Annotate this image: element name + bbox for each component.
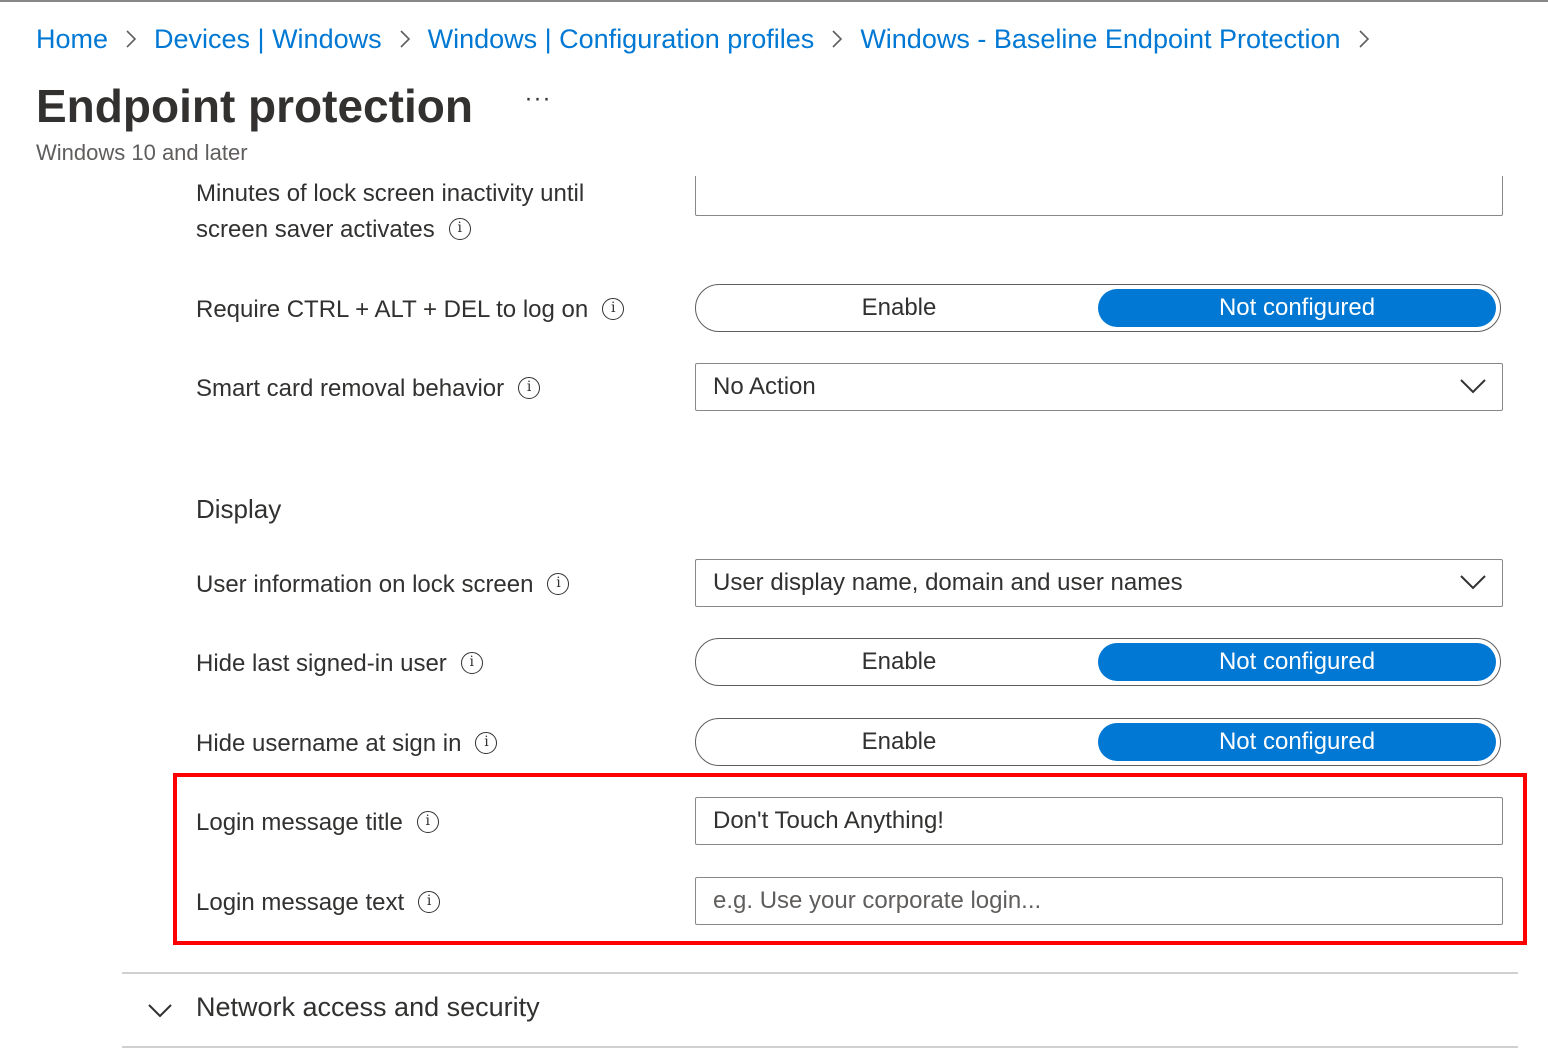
info-icon[interactable]: i <box>418 890 441 913</box>
login-title-input[interactable] <box>695 797 1503 845</box>
user-info-label: User information on lock screen i <box>196 567 570 603</box>
login-title-label-text: Login message title <box>196 809 403 836</box>
hide-last-user-toggle[interactable]: Enable Not configured <box>695 638 1501 686</box>
hide-last-user-not-configured-option[interactable]: Not configured <box>1098 643 1496 681</box>
chevron-right-icon <box>108 29 154 49</box>
ctrl-alt-del-not-configured-option[interactable]: Not configured <box>1098 289 1496 327</box>
smart-card-dropdown-value: No Action <box>713 373 816 400</box>
smart-card-label-text: Smart card removal behavior <box>196 375 505 402</box>
top-border <box>0 0 1548 2</box>
hide-username-toggle[interactable]: Enable Not configured <box>695 718 1501 766</box>
smart-card-label: Smart card removal behavior i <box>196 371 541 407</box>
info-icon[interactable]: i <box>475 731 498 754</box>
display-section-heading: Display <box>196 494 282 524</box>
breadcrumb-home[interactable]: Home <box>36 24 108 55</box>
page-title: Endpoint protection <box>36 80 473 132</box>
breadcrumb: Home Devices | Windows Windows | Configu… <box>36 22 1387 56</box>
screen-saver-minutes-input[interactable] <box>695 176 1503 216</box>
chevron-right-icon <box>814 29 860 49</box>
login-title-label: Login message title i <box>196 805 439 841</box>
chevron-down-icon <box>148 1004 172 1018</box>
smart-card-dropdown[interactable]: No Action <box>695 363 1503 411</box>
info-icon[interactable]: i <box>547 572 570 595</box>
user-info-label-text: User information on lock screen <box>196 571 534 598</box>
ctrl-alt-del-toggle[interactable]: Enable Not configured <box>695 284 1501 332</box>
screen-saver-label: Minutes of lock screen inactivity until <box>196 176 584 212</box>
hide-username-not-configured-option[interactable]: Not configured <box>1098 723 1496 761</box>
divider <box>122 1046 1518 1048</box>
info-icon[interactable]: i <box>602 297 625 320</box>
login-text-label-text: Login message text <box>196 889 405 916</box>
hide-last-user-label-text: Hide last signed-in user <box>196 650 447 677</box>
breadcrumb-devices-windows[interactable]: Devices | Windows <box>154 24 382 55</box>
user-info-dropdown-value: User display name, domain and user names <box>713 569 1183 596</box>
network-access-label: Network access and security <box>196 992 540 1022</box>
hide-last-user-label: Hide last signed-in user i <box>196 646 483 682</box>
info-icon[interactable]: i <box>518 376 541 399</box>
more-options-button[interactable]: ··· <box>520 87 556 118</box>
screen-saver-label-line2: screen saver activates <box>196 216 435 243</box>
network-access-accordion[interactable]: Network access and security <box>122 982 1518 1038</box>
breadcrumb-configuration-profiles[interactable]: Windows | Configuration profiles <box>428 24 815 55</box>
info-icon[interactable]: i <box>460 651 483 674</box>
ctrl-alt-del-enable-option[interactable]: Enable <box>700 289 1098 327</box>
chevron-down-icon <box>1460 379 1486 394</box>
info-icon[interactable]: i <box>448 217 471 240</box>
login-text-label: Login message text i <box>196 885 441 921</box>
hide-last-user-enable-option[interactable]: Enable <box>700 643 1098 681</box>
hide-username-label: Hide username at sign in i <box>196 726 498 762</box>
chevron-down-icon <box>1460 575 1486 590</box>
hide-username-label-text: Hide username at sign in <box>196 730 462 757</box>
chevron-right-icon <box>382 29 428 49</box>
screen-saver-label-line1: Minutes of lock screen inactivity until <box>196 180 585 207</box>
breadcrumb-baseline-endpoint-protection[interactable]: Windows - Baseline Endpoint Protection <box>860 24 1340 55</box>
info-icon[interactable]: i <box>416 810 439 833</box>
login-text-input[interactable] <box>695 877 1503 925</box>
ctrl-alt-del-label-text: Require CTRL + ALT + DEL to log on <box>196 296 589 323</box>
ctrl-alt-del-label: Require CTRL + ALT + DEL to log on i <box>196 292 625 328</box>
settings-scroll-area[interactable]: Minutes of lock screen inactivity until … <box>0 176 1548 1053</box>
chevron-right-icon <box>1341 29 1387 49</box>
screen-saver-label-2: screen saver activates i <box>196 212 471 248</box>
user-info-dropdown[interactable]: User display name, domain and user names <box>695 559 1503 607</box>
page-subtitle: Windows 10 and later <box>36 140 248 165</box>
divider <box>122 972 1518 974</box>
hide-username-enable-option[interactable]: Enable <box>700 723 1098 761</box>
